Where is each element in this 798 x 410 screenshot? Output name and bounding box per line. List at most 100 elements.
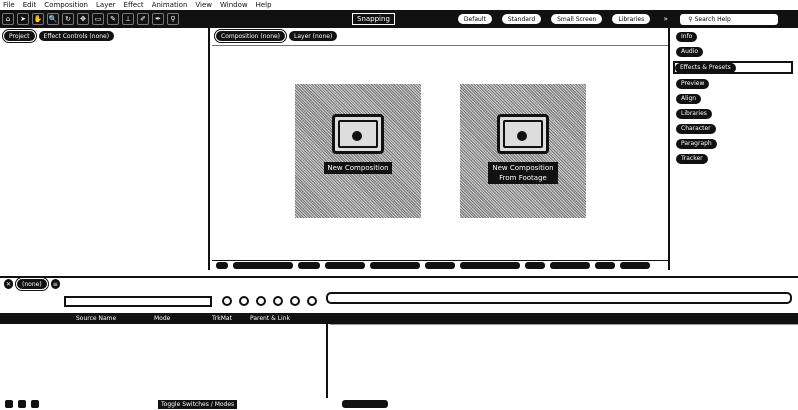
toolbar: ⌂ ➤ ✋ 🔍 ↻ ✥ ▭ ✎ ⊥ ✐ ✒ ⚲ Snapping Default Standard Sma… (0, 10, 798, 28)
hand-tool-icon[interactable]: ✋ (32, 13, 44, 25)
new-composition-from-footage-label: New Composition From Footage (488, 162, 558, 184)
panel-label: Character (676, 123, 716, 134)
panel-effects-presets[interactable]: Effects & Presets (673, 61, 793, 74)
tool-group: ⌂ ➤ ✋ 🔍 ↻ ✥ ▭ ✎ ⊥ ✐ ✒ ⚲ (0, 13, 182, 25)
selection-tool-icon[interactable]: ➤ (17, 13, 29, 25)
column-trkmat[interactable]: TrkMat (212, 315, 232, 322)
new-composition-from-footage-card[interactable]: New Composition From Footage (460, 84, 586, 218)
brush-tool-icon[interactable]: ✒ (152, 13, 164, 25)
new-composition-label: New Composition (324, 162, 392, 174)
panel-paragraph[interactable]: Paragraph (676, 138, 798, 149)
center-panel-tabs: Composition (none) Layer (none) (212, 28, 668, 44)
clone-tool-icon[interactable]: ⚲ (167, 13, 179, 25)
workspace-libraries[interactable]: Libraries (612, 14, 651, 24)
shy-layers-icon[interactable] (256, 296, 266, 306)
timecode-display[interactable] (460, 262, 520, 269)
rectangle-tool-icon[interactable]: ✎ (107, 13, 119, 25)
home-tool-icon[interactable]: ⌂ (2, 13, 14, 25)
more-workspaces-icon[interactable]: » (660, 13, 671, 25)
channel-dropdown[interactable] (550, 262, 590, 269)
pan-behind-tool-icon[interactable]: ▭ (92, 13, 104, 25)
composition-panel: Composition (none) Layer (none) New Compo… (212, 28, 668, 270)
transfer-controls-icon[interactable] (18, 400, 26, 408)
timeline-header: ✕ (none) ≡ (0, 276, 798, 291)
panel-label: Info (676, 31, 698, 42)
timeline-menu-icon[interactable]: ≡ (50, 279, 60, 289)
panel-label: Align (676, 93, 702, 104)
in-out-panes-icon[interactable] (31, 400, 39, 408)
time-navigator[interactable] (326, 292, 792, 304)
view-layout-dropdown[interactable] (620, 262, 650, 269)
left-panel-tab-0[interactable]: Project (2, 29, 37, 43)
timeline-tab[interactable]: (none) (15, 277, 49, 291)
workspace-small-screen[interactable]: Small Screen (551, 14, 603, 24)
timeline-track-area[interactable] (330, 324, 798, 398)
timeline-footer: Toggle Switches / Modes (0, 398, 798, 410)
draft-3d-icon[interactable] (239, 296, 249, 306)
mask-visibility-icon[interactable] (425, 262, 455, 269)
right-panel-stack: Info Audio Effects & Presets Preview Align Li… (668, 28, 798, 270)
snapshot-icon[interactable] (525, 262, 545, 269)
workspace-default[interactable]: Default (457, 14, 492, 24)
panel-align[interactable]: Align (676, 93, 798, 104)
center-panel-tab-1[interactable]: Layer (none) (289, 31, 338, 41)
fast-previews-icon[interactable] (595, 262, 615, 269)
panel-preview[interactable]: Preview (676, 78, 798, 89)
menu-edit[interactable]: Edit (23, 1, 37, 9)
menu-file[interactable]: File (3, 1, 15, 9)
menu-effect[interactable]: Effect (124, 1, 144, 9)
frame-blending-icon[interactable] (273, 296, 283, 306)
type-tool-icon[interactable]: ✐ (137, 13, 149, 25)
menu-help[interactable]: Help (256, 1, 272, 9)
menu-layer[interactable]: Layer (96, 1, 116, 9)
region-of-interest-icon[interactable] (325, 262, 365, 269)
panel-tracker[interactable]: Tracker (676, 153, 798, 164)
search-help[interactable]: ⚲ Search Help (680, 13, 781, 25)
motion-blur-icon[interactable] (290, 296, 300, 306)
camera-tool-icon[interactable]: ✥ (77, 13, 89, 25)
menu-bar: File Edit Composition Layer Effect Animation V… (0, 0, 798, 10)
panel-label: Tracker (676, 153, 708, 164)
menu-window[interactable]: Window (220, 1, 248, 9)
workspace-standard[interactable]: Standard (501, 14, 542, 24)
column-mode[interactable]: Mode (154, 315, 170, 322)
left-panel-tabs: Project Effect Controls (none) (0, 28, 208, 44)
viewer-controls-bar (212, 260, 668, 270)
project-panel: Project Effect Controls (none) (0, 28, 210, 270)
zoom-tool-icon[interactable]: 🔍 (47, 13, 59, 25)
left-panel-tab-1[interactable]: Effect Controls (none) (38, 31, 115, 41)
panel-label: Effects & Presets (675, 62, 736, 73)
workspace-switcher: Default Standard Small Screen Libraries (457, 14, 660, 24)
always-preview-icon[interactable] (216, 262, 228, 269)
panel-label: Libraries (676, 108, 712, 119)
panel-libraries[interactable]: Libraries (676, 108, 798, 119)
panel-audio[interactable]: Audio (676, 46, 798, 57)
timeline-close-icon[interactable]: ✕ (4, 279, 14, 289)
search-placeholder: Search Help (694, 15, 731, 23)
column-source-name[interactable]: Source Name (76, 315, 116, 322)
panel-label: Paragraph (676, 138, 717, 149)
menu-view[interactable]: View (195, 1, 212, 9)
pen-tool-icon[interactable]: ⊥ (122, 13, 134, 25)
snapping-toggle[interactable]: Snapping (352, 13, 395, 25)
timeline-columns: Source Name Mode TrkMat Parent & Link (0, 313, 798, 324)
panel-character[interactable]: Character (676, 123, 798, 134)
panel-info[interactable]: Info (676, 31, 798, 42)
resolution-dropdown[interactable] (298, 262, 320, 269)
transparency-grid-icon[interactable] (370, 262, 420, 269)
column-parent-link[interactable]: Parent & Link (250, 315, 290, 322)
new-composition-card[interactable]: New Composition (295, 84, 421, 218)
menu-composition[interactable]: Composition (44, 1, 88, 9)
timeline-search-input[interactable] (64, 296, 212, 307)
comp-flowchart-icon[interactable] (222, 296, 232, 306)
rotation-tool-icon[interactable]: ↻ (62, 13, 74, 25)
menu-animation[interactable]: Animation (152, 1, 188, 9)
graph-editor-icon[interactable] (307, 296, 317, 306)
zoom-slider[interactable] (342, 400, 388, 408)
layer-switches-icon[interactable] (5, 400, 13, 408)
footage-composition-icon (497, 114, 549, 154)
search-help-input[interactable]: ⚲ Search Help (680, 13, 779, 25)
magnification-dropdown[interactable] (233, 262, 293, 269)
center-panel-tab-0[interactable]: Composition (none) (213, 29, 288, 43)
toggle-switches-modes[interactable]: Toggle Switches / Modes (158, 399, 238, 409)
